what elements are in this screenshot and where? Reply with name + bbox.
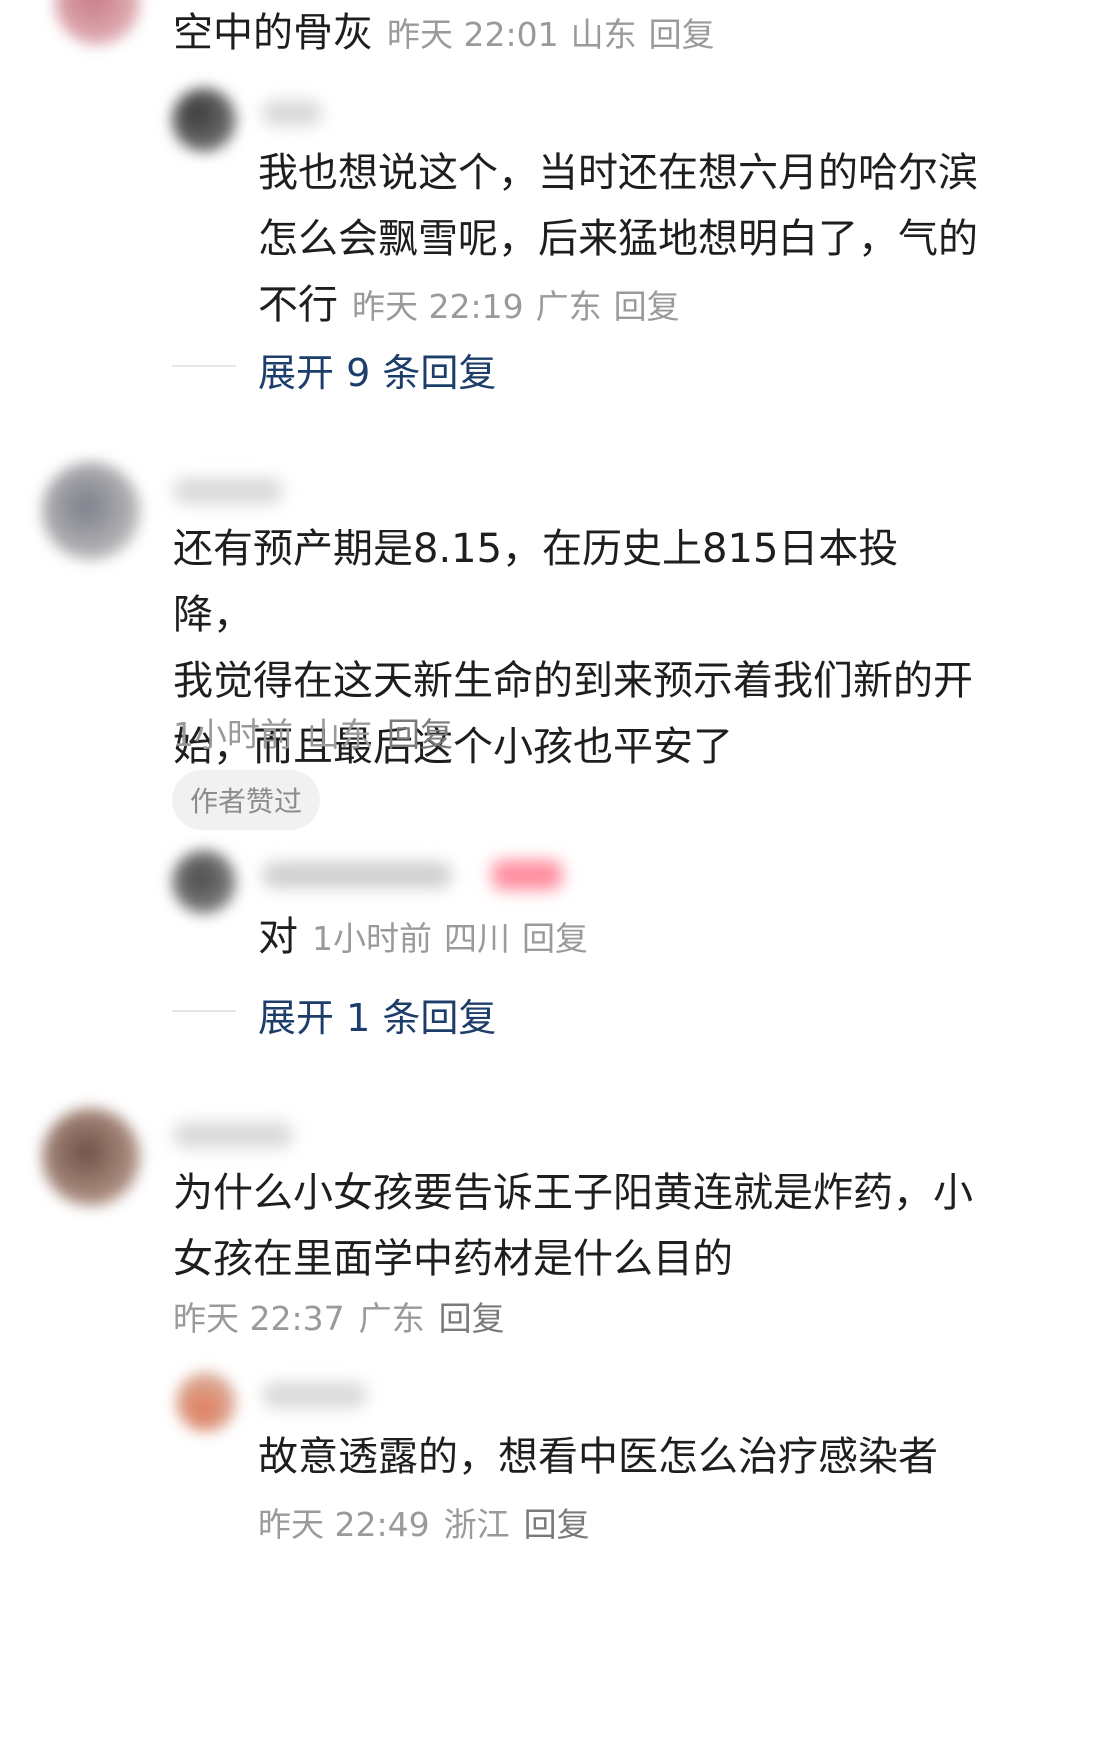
avatar[interactable] [42,462,140,560]
comment-text: 空中的骨灰 [173,10,373,56]
username-blurred[interactable] [262,1382,367,1408]
reply-2-1: 对 1小时前 四川 回复 [258,904,600,970]
location: 四川 [444,919,510,958]
avatar[interactable] [172,850,236,914]
location: 广东 [358,1299,425,1338]
location: 浙江 [443,1505,510,1544]
reply-text-line: 怎么会飘雪呢，后来猛地想明白了，气的 [258,216,978,262]
username-blurred[interactable] [173,1122,293,1148]
comment-text-line: 我觉得在这天新生命的到来预示着我们新的开 [173,658,973,704]
location: 广东 [535,287,602,326]
reply-button[interactable]: 回复 [614,287,680,326]
timestamp: 昨天 22:19 [352,287,524,326]
username-blurred[interactable] [173,478,283,504]
reply-meta: 昨天 22:49 浙江 回复 [258,1498,604,1546]
location: 山东 [570,15,637,54]
timestamp: 昨天 22:49 [258,1505,430,1544]
expand-divider [172,1010,236,1012]
username-blurred[interactable] [262,100,322,126]
reply-button[interactable]: 回复 [522,919,588,958]
reply-meta: 1小时前 四川 回复 [312,919,600,958]
reply-button[interactable]: 回复 [649,15,715,54]
reply-meta: 昨天 22:19 广东 回复 [352,287,692,326]
username-blurred[interactable] [262,862,452,888]
expand-replies-button[interactable]: 展开 9 条回复 [258,342,496,397]
reply-button[interactable]: 回复 [524,1505,590,1544]
comment-3: 为什么小女孩要告诉王子阳黄连就是炸药，小 女孩在里面学中药材是什么目的 [173,1160,973,1292]
expand-divider [172,365,236,367]
timestamp: 昨天 22:01 [387,15,559,54]
avatar[interactable] [176,1372,236,1432]
avatar[interactable] [42,1108,140,1206]
comment-text-line: 女孩在里面学中药材是什么目的 [173,1236,733,1282]
comment-meta: 1小时前 山东 回复 [173,708,467,756]
comment-text-line: 还有预产期是8.15，在历史上815日本投降， [173,526,899,638]
comment-text-line: 为什么小女孩要告诉王子阳黄连就是炸药，小 [173,1170,973,1216]
reply-text: 故意透露的，想看中医怎么治疗感染者 [258,1434,938,1480]
reply-button[interactable]: 回复 [439,1299,505,1338]
expand-replies-button[interactable]: 展开 1 条回复 [258,987,496,1042]
reply-text: 对 [258,914,298,960]
comment-meta: 昨天 22:37 广东 回复 [173,1292,519,1340]
avatar[interactable] [172,88,236,152]
location: 山东 [307,715,373,754]
author-liked-badge: 作者赞过 [172,770,321,830]
avatar[interactable] [55,0,140,45]
user-tag [492,860,562,890]
timestamp: 1小时前 [173,715,293,754]
timestamp: 1小时前 [312,919,432,958]
reply-1-1: 我也想说这个，当时还在想六月的哈尔滨 怎么会飘雪呢，后来猛地想明白了，气的 不行… [258,140,978,338]
reply-3-1: 故意透露的，想看中医怎么治疗感染者 [258,1424,938,1490]
reply-button[interactable]: 回复 [387,715,453,754]
reply-text-line: 我也想说这个，当时还在想六月的哈尔滨 [258,150,978,196]
timestamp: 昨天 22:37 [173,1299,345,1338]
comment-meta: 昨天 22:01 山东 回复 [387,15,727,54]
comment-1: 空中的骨灰 昨天 22:01 山东 回复 [173,0,727,66]
reply-text-line: 不行 [258,282,338,328]
